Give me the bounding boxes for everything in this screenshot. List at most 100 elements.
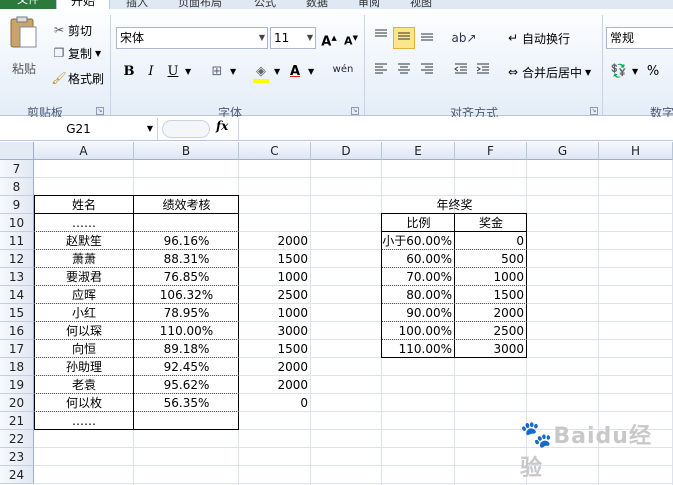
employee-name-cell[interactable]: 老袁 xyxy=(34,376,134,394)
row-header-24[interactable]: 24 xyxy=(0,466,34,484)
score-cell[interactable]: 56.35% xyxy=(134,394,239,412)
name-box[interactable]: G21 ▼ xyxy=(0,118,158,140)
merge-center-button[interactable]: ⇔ 合并后居中 ▼ xyxy=(504,61,591,83)
tier-bonus-cell[interactable]: 1500 xyxy=(455,286,527,304)
font-launcher-icon[interactable]: ↘ xyxy=(351,107,359,115)
tier-bonus-cell[interactable]: 0 xyxy=(455,232,527,250)
employee-name-cell[interactable]: 向恒 xyxy=(34,340,134,358)
ratio-cell[interactable]: 100.00% xyxy=(382,322,455,340)
bonus-cell[interactable]: 2000 xyxy=(239,358,311,376)
border-button[interactable]: ⊞ xyxy=(206,61,228,83)
column-header-d[interactable]: D xyxy=(311,142,382,160)
employee-name-cell[interactable]: 何以琛 xyxy=(34,322,134,340)
row-header-11[interactable]: 11 xyxy=(0,232,34,250)
score-cell[interactable]: 92.45% xyxy=(134,358,239,376)
ratio-cell[interactable]: 110.00% xyxy=(382,340,455,358)
accounting-format-button[interactable]: 💱 xyxy=(608,61,630,83)
paste-button[interactable]: 粘贴 xyxy=(6,15,42,76)
bonus-cell[interactable]: 1000 xyxy=(239,268,311,286)
employee-name-cell[interactable]: 赵默笙 xyxy=(34,232,134,250)
grow-font-button[interactable]: A▲ xyxy=(318,27,340,49)
column-header-a[interactable]: A xyxy=(34,142,134,160)
row-header-17[interactable]: 17 xyxy=(0,340,34,358)
bonus-table-title[interactable]: 年终奖 xyxy=(382,196,527,214)
score-cell[interactable]: 89.18% xyxy=(134,340,239,358)
tier-bonus-cell[interactable]: 2500 xyxy=(455,322,527,340)
score-cell[interactable] xyxy=(134,412,239,430)
font-size-combo[interactable]: 11 ▼ xyxy=(270,27,316,49)
bonus-cell[interactable]: 1000 xyxy=(239,304,311,322)
formula-input[interactable] xyxy=(238,118,673,140)
row-header-8[interactable]: 8 xyxy=(0,178,34,196)
align-bottom-button[interactable] xyxy=(416,27,438,49)
column-header-c[interactable]: C xyxy=(239,142,311,160)
percent-button[interactable]: % xyxy=(642,61,664,83)
tab-page-layout[interactable]: 页面布局 xyxy=(178,0,222,9)
row-header-12[interactable]: 12 xyxy=(0,250,34,268)
tier-bonus-cell[interactable]: 3000 xyxy=(455,340,527,358)
header-ratio[interactable]: 比例 xyxy=(382,214,455,232)
employee-name-cell[interactable]: 孙助理 xyxy=(34,358,134,376)
shrink-font-button[interactable]: A▼ xyxy=(340,27,362,49)
ratio-cell[interactable]: 60.00% xyxy=(382,250,455,268)
header-name[interactable]: 姓名 xyxy=(34,196,134,214)
employee-name-cell[interactable]: 何以枚 xyxy=(34,394,134,412)
bonus-cell[interactable]: 2500 xyxy=(239,286,311,304)
wrap-text-button[interactable]: ↵ 自动换行 xyxy=(504,27,570,49)
row-header-16[interactable]: 16 xyxy=(0,322,34,340)
bonus-cell[interactable]: 2000 xyxy=(239,232,311,250)
ratio-cell[interactable]: 70.00% xyxy=(382,268,455,286)
cut-button[interactable]: ✂ 剪切 xyxy=(50,19,92,41)
row-header-23[interactable]: 23 xyxy=(0,448,34,466)
ratio-cell[interactable]: 小于60.00% xyxy=(382,232,455,250)
score-cell[interactable]: 110.00% xyxy=(134,322,239,340)
bonus-cell[interactable]: 3000 xyxy=(239,322,311,340)
score-cell[interactable]: 76.85% xyxy=(134,268,239,286)
employee-name-cell[interactable]: …… xyxy=(34,214,134,232)
bonus-cell[interactable]: 0 xyxy=(239,394,311,412)
employee-name-cell[interactable]: 小红 xyxy=(34,304,134,322)
row-header-18[interactable]: 18 xyxy=(0,358,34,376)
bonus-cell[interactable]: 1500 xyxy=(239,250,311,268)
employee-name-cell[interactable]: 萧萧 xyxy=(34,250,134,268)
column-header-b[interactable]: B xyxy=(134,142,239,160)
ratio-cell[interactable]: 90.00% xyxy=(382,304,455,322)
row-header-10[interactable]: 10 xyxy=(0,214,34,232)
row-header-21[interactable]: 21 xyxy=(0,412,34,430)
tab-formulas[interactable]: 公式 xyxy=(254,0,276,9)
alignment-launcher-icon[interactable]: ↘ xyxy=(590,107,598,115)
column-header-h[interactable]: H xyxy=(599,142,673,160)
row-header-20[interactable]: 20 xyxy=(0,394,34,412)
score-cell[interactable] xyxy=(134,214,239,232)
row-header-22[interactable]: 22 xyxy=(0,430,34,448)
tab-view[interactable]: 视图 xyxy=(410,0,432,9)
tier-bonus-cell[interactable]: 500 xyxy=(455,250,527,268)
bonus-cell[interactable]: 1500 xyxy=(239,340,311,358)
row-header-19[interactable]: 19 xyxy=(0,376,34,394)
employee-name-cell[interactable]: 应晖 xyxy=(34,286,134,304)
italic-button[interactable]: I xyxy=(140,61,162,83)
orientation-button[interactable]: ab↗ xyxy=(450,27,478,49)
tab-home[interactable]: 开始 xyxy=(56,0,110,9)
employee-name-cell[interactable]: …… xyxy=(34,412,134,430)
fill-color-button[interactable]: ◈ xyxy=(250,61,272,83)
tab-file[interactable]: 文件 xyxy=(0,0,56,9)
row-header-9[interactable]: 9 xyxy=(0,196,34,214)
underline-button[interactable]: U xyxy=(162,61,184,83)
tab-review[interactable]: 审阅 xyxy=(358,0,380,9)
row-header-14[interactable]: 14 xyxy=(0,286,34,304)
bonus-cell[interactable] xyxy=(239,412,311,430)
score-cell[interactable]: 96.16% xyxy=(134,232,239,250)
row-header-13[interactable]: 13 xyxy=(0,268,34,286)
tab-data[interactable]: 数据 xyxy=(306,0,328,9)
font-color-button[interactable]: A xyxy=(284,61,306,83)
font-name-combo[interactable]: 宋体 ▼ xyxy=(116,27,268,49)
select-all-button[interactable] xyxy=(0,142,34,160)
score-cell[interactable]: 88.31% xyxy=(134,250,239,268)
insert-function-button[interactable]: fx xyxy=(216,119,228,133)
bold-button[interactable]: B xyxy=(118,61,140,83)
tier-bonus-cell[interactable]: 1000 xyxy=(455,268,527,286)
increase-indent-button[interactable] xyxy=(472,61,494,83)
column-header-e[interactable]: E xyxy=(382,142,455,160)
align-top-button[interactable] xyxy=(370,27,392,49)
